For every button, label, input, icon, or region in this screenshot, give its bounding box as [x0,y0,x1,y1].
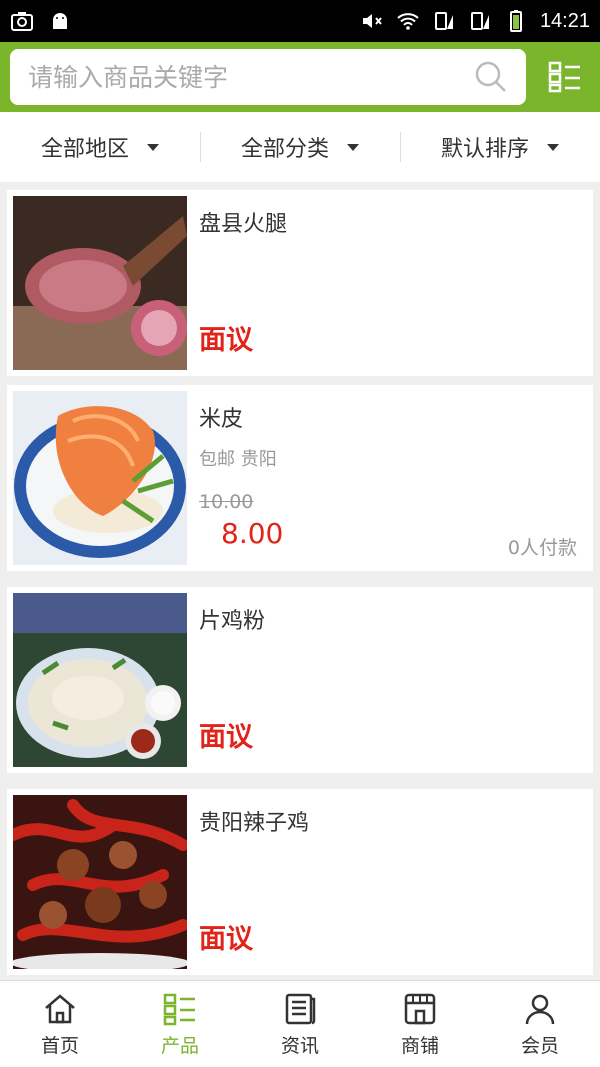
product-price: 8.00 [221,517,284,550]
product-price-negotiable: 面议 [199,325,253,356]
status-time: 14:21 [539,9,590,32]
product-card[interactable]: 片鸡粉 面议 [7,587,593,773]
bottom-nav: 首页 产品 资讯 商铺 会员 [0,980,600,1067]
product-sales-count: 0人付款 [507,537,577,559]
product-price-negotiable: 面议 [199,722,253,753]
filter-category-label: 全部分类 [240,137,329,162]
product-title: 米皮 [199,407,244,432]
product-list: 盘县火腿 面议 米皮 包邮 贵阳 10.00 8.00 0人付款 片鸡粉 面议 … [0,182,600,980]
home-icon [45,993,75,1023]
filter-region[interactable]: 全部地区 [0,112,200,182]
nav-products-label: 产品 [160,1034,199,1057]
category-menu-button[interactable] [540,49,590,105]
screenshot-icon [11,12,33,31]
product-image-ham[interactable] [13,196,187,370]
filter-bar: 全部地区 全部分类 默认排序 [0,112,600,182]
product-shipping-location: 包邮 贵阳 [199,449,277,470]
product-image-spicy-chicken[interactable] [13,795,187,969]
products-icon [163,993,195,1025]
battery-icon [509,10,522,32]
nav-shop[interactable]: 商铺 [360,981,480,1067]
member-icon [525,994,555,1024]
nav-home-label: 首页 [40,1034,79,1057]
search-icon[interactable] [474,60,508,94]
sim2-signal-icon [470,12,489,30]
product-title: 片鸡粉 [199,609,266,634]
product-image-rice-noodle[interactable] [13,391,187,565]
product-price-negotiable: 面议 [199,924,253,955]
mute-icon [362,14,382,28]
dropdown-arrow-icon [547,143,559,151]
search-input[interactable] [28,62,475,92]
nav-news-label: 资讯 [280,1034,319,1057]
filter-sort-label: 默认排序 [440,137,529,162]
search-box[interactable] [10,49,527,105]
filter-sort[interactable]: 默认排序 [400,112,600,182]
product-card[interactable]: 盘县火腿 面议 [7,190,593,376]
android-icon [53,13,67,29]
product-title: 贵阳辣子鸡 [199,811,310,836]
nav-home[interactable]: 首页 [0,981,120,1067]
status-bar: 14:21 [0,0,600,42]
shop-icon [404,993,436,1024]
nav-shop-label: 商铺 [400,1034,439,1057]
product-image-chicken-noodle[interactable] [13,593,187,767]
product-card[interactable]: 米皮 包邮 贵阳 10.00 8.00 0人付款 [7,385,593,571]
filter-region-label: 全部地区 [40,137,129,162]
product-original-price: 10.00 [199,491,254,513]
nav-products[interactable]: 产品 [120,981,240,1067]
product-title: 盘县火腿 [199,212,288,237]
news-icon [285,993,316,1024]
dropdown-arrow-icon [147,143,159,151]
dropdown-arrow-icon [347,143,359,151]
menu-grid-icon [548,61,581,93]
nav-member[interactable]: 会员 [480,981,600,1067]
sim1-signal-icon [434,12,453,30]
filter-category[interactable]: 全部分类 [200,112,400,182]
nav-news[interactable]: 资讯 [240,981,360,1067]
nav-member-label: 会员 [520,1034,559,1057]
product-card[interactable]: 贵阳辣子鸡 面议 [7,789,593,975]
wifi-icon [397,13,419,30]
header [0,42,600,112]
